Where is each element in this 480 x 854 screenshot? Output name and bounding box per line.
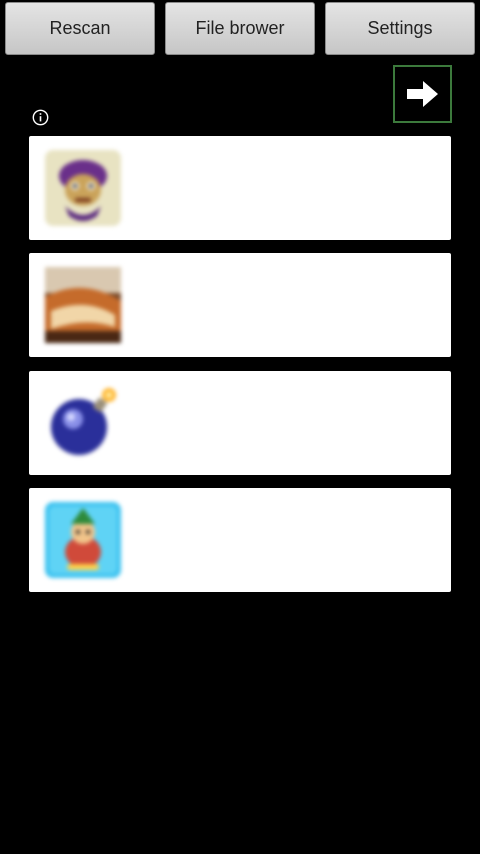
top-toolbar: Rescan File brower Settings — [0, 0, 480, 58]
game-thumbnail-brown-scene-icon — [45, 267, 121, 343]
game-thumbnail-blue-bomb-icon — [45, 385, 121, 461]
list-item[interactable] — [29, 371, 451, 475]
game-thumbnail-blue-character-icon — [45, 502, 121, 578]
info-icon[interactable] — [32, 109, 49, 126]
file-browser-button[interactable]: File brower — [165, 2, 315, 55]
next-button[interactable] — [393, 65, 452, 123]
game-thumbnail-purple-character-icon — [45, 150, 121, 226]
list-item[interactable] — [29, 136, 451, 240]
arrow-right-icon — [406, 81, 438, 107]
list-item[interactable] — [29, 488, 451, 592]
rescan-button[interactable]: Rescan — [5, 2, 155, 55]
settings-button[interactable]: Settings — [325, 2, 475, 55]
list-item[interactable] — [29, 253, 451, 357]
